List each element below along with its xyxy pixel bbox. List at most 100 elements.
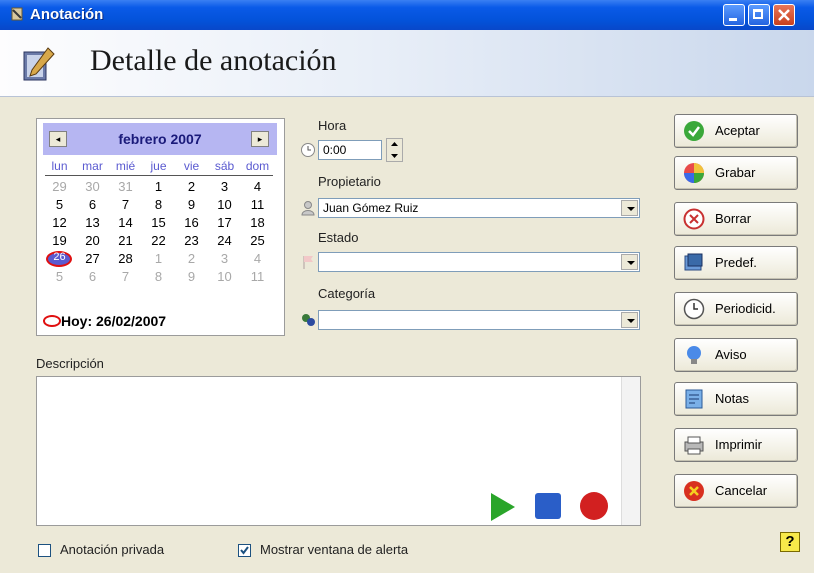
maximize-button[interactable] <box>748 4 770 26</box>
calendar-day[interactable]: 14 <box>109 215 142 230</box>
calendar-day[interactable]: 16 <box>175 215 208 230</box>
categoria-label: Categoría <box>318 286 376 301</box>
notes-icon <box>685 389 703 409</box>
calendar-day-selected[interactable]: 26 <box>43 251 76 263</box>
calendar-day[interactable]: 2 <box>175 179 208 194</box>
chevron-down-icon[interactable] <box>621 254 638 270</box>
chevron-down-icon[interactable] <box>621 312 638 328</box>
cancelar-button[interactable]: Cancelar <box>674 474 798 508</box>
aceptar-label: Aceptar <box>715 123 760 138</box>
calendar-day[interactable]: 3 <box>208 179 241 194</box>
chevron-down-icon[interactable] <box>621 200 638 216</box>
imprimir-label: Imprimir <box>715 437 762 452</box>
next-month-button[interactable]: ▸ <box>251 131 269 147</box>
spin-up-icon[interactable] <box>387 139 402 150</box>
calendar-day[interactable]: 6 <box>76 269 109 284</box>
calendar-day[interactable]: 5 <box>43 269 76 284</box>
estado-select[interactable] <box>318 252 640 272</box>
calendar-day[interactable]: 3 <box>208 251 241 266</box>
calendar-day[interactable]: 7 <box>109 197 142 212</box>
categoria-select[interactable] <box>318 310 640 330</box>
calendar-day[interactable]: 6 <box>76 197 109 212</box>
calendar-day[interactable]: 20 <box>76 233 109 248</box>
app-icon <box>11 7 23 21</box>
today-link[interactable]: Hoy: 26/02/2007 <box>61 313 166 329</box>
descripcion-label: Descripción <box>36 356 104 371</box>
calendar-day[interactable]: 4 <box>241 251 274 266</box>
imprimir-button[interactable]: Imprimir <box>674 428 798 462</box>
user-icon <box>301 201 315 216</box>
hora-input[interactable]: 0:00 <box>318 140 382 160</box>
propietario-select[interactable]: Juan Gómez Ruiz <box>318 198 640 218</box>
calendar-day[interactable]: 8 <box>142 269 175 284</box>
propietario-label: Propietario <box>318 174 381 189</box>
calendar-day[interactable]: 19 <box>43 233 76 248</box>
calendar-day[interactable]: 5 <box>43 197 76 212</box>
periodicid-button[interactable]: Periodicid. <box>674 292 798 326</box>
calendar-day[interactable]: 30 <box>76 179 109 194</box>
template-icon <box>684 253 703 271</box>
cancel-icon <box>684 481 704 501</box>
color-wheel-icon <box>684 163 704 183</box>
calendar-day[interactable]: 29 <box>43 179 76 194</box>
record-icon[interactable] <box>579 491 609 521</box>
grabar-button[interactable]: Grabar <box>674 156 798 190</box>
help-button[interactable]: ? <box>780 532 800 552</box>
calendar-day[interactable]: 1 <box>142 251 175 266</box>
close-icon <box>778 9 790 21</box>
main-panel: ◂ febrero 2007 ▸ lun mar mié jue vie sáb… <box>8 98 806 566</box>
lightbulb-icon <box>687 346 701 364</box>
category-icon <box>302 314 315 326</box>
calendar-day[interactable]: 18 <box>241 215 274 230</box>
cancelar-label: Cancelar <box>715 483 768 498</box>
aceptar-button[interactable]: Aceptar <box>674 114 798 148</box>
calendar-day[interactable]: 25 <box>241 233 274 248</box>
descripcion-textarea[interactable] <box>36 376 641 526</box>
calendar-day[interactable]: 11 <box>241 197 274 212</box>
calendar-day[interactable]: 17 <box>208 215 241 230</box>
calendar-day[interactable]: 24 <box>208 233 241 248</box>
privada-checkbox[interactable] <box>38 544 51 557</box>
predef-button[interactable]: Predef. <box>674 246 798 280</box>
printer-icon <box>684 436 704 455</box>
play-icon[interactable] <box>489 493 517 521</box>
notas-button[interactable]: Notas <box>674 382 798 416</box>
alerta-checkbox[interactable] <box>238 544 251 557</box>
calendar-day[interactable]: 11 <box>241 269 274 284</box>
calendar-day[interactable]: 21 <box>109 233 142 248</box>
calendar-day[interactable]: 1 <box>142 179 175 194</box>
stop-icon[interactable] <box>535 493 561 519</box>
minimize-button[interactable] <box>723 4 745 26</box>
aviso-button[interactable]: Aviso <box>674 338 798 372</box>
today-marker-icon <box>43 315 61 327</box>
predef-label: Predef. <box>715 255 757 270</box>
weekday-divider <box>45 175 273 176</box>
calendar-day[interactable]: 10 <box>208 269 241 284</box>
privada-label: Anotación privada <box>60 542 165 557</box>
calendar-day[interactable]: 4 <box>241 179 274 194</box>
hora-spinner[interactable] <box>386 138 403 162</box>
scrollbar[interactable] <box>621 377 640 525</box>
notepad-pencil-icon <box>23 47 55 81</box>
calendar-day[interactable]: 28 <box>109 251 142 266</box>
calendar-day[interactable]: 9 <box>175 269 208 284</box>
calendar-day[interactable]: 8 <box>142 197 175 212</box>
weekday-label: vie <box>183 159 200 173</box>
weekday-label: sáb <box>214 159 235 173</box>
close-button[interactable] <box>773 4 795 26</box>
calendar-day[interactable]: 2 <box>175 251 208 266</box>
calendar-day[interactable]: 13 <box>76 215 109 230</box>
borrar-button[interactable]: Borrar <box>674 202 798 236</box>
calendar-day[interactable]: 15 <box>142 215 175 230</box>
calendar-day[interactable]: 12 <box>43 215 76 230</box>
calendar-day[interactable]: 27 <box>76 251 109 266</box>
calendar-day[interactable]: 7 <box>109 269 142 284</box>
spin-down-icon[interactable] <box>387 150 402 161</box>
calendar-day[interactable]: 22 <box>142 233 175 248</box>
hora-value: 0:00 <box>323 143 347 157</box>
calendar-day[interactable]: 23 <box>175 233 208 248</box>
calendar-day[interactable]: 10 <box>208 197 241 212</box>
check-circle-icon <box>684 121 704 141</box>
calendar-day[interactable]: 9 <box>175 197 208 212</box>
calendar-day[interactable]: 31 <box>109 179 142 194</box>
